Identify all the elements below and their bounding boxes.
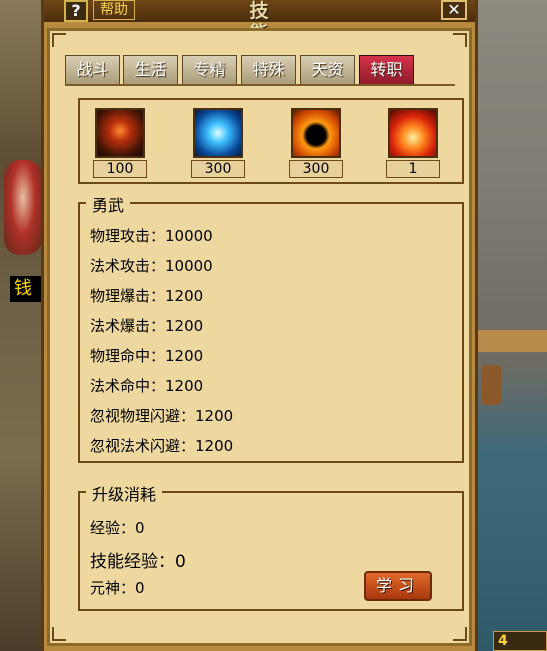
dark-heart-icon[interactable] — [291, 108, 341, 158]
skill-slot[interactable]: 300 — [289, 108, 343, 182]
stats-section-title: 勇武 — [86, 192, 131, 216]
close-button[interactable]: ✕ — [441, 0, 467, 20]
scene-right — [476, 0, 547, 651]
tab-life[interactable]: 生活 — [123, 55, 178, 85]
skill-level: 300 — [191, 160, 245, 178]
tab-bar: 战斗 生活 专精 特殊 天资 转职 — [65, 55, 465, 85]
stat-ignore-physical-dodge: 忽视物理闪避：1200 — [90, 407, 234, 425]
scene-character — [4, 160, 42, 255]
upgrade-cost-title: 升级消耗 — [86, 481, 163, 505]
tab-class-change[interactable]: 转职 — [359, 55, 414, 85]
scene-left — [0, 0, 46, 651]
skill-icon-row: 100 300 300 1 — [78, 98, 464, 184]
tab-battle[interactable]: 战斗 — [65, 55, 120, 85]
cost-skill-exp: 技能经验：0 — [90, 552, 186, 572]
content-panel: 战斗 生活 专精 特殊 天资 转职 100 300 300 1 勇武 物理攻击：… — [47, 28, 472, 646]
stat-magic-attack: 法术攻击：10000 — [90, 257, 213, 275]
tab-divider — [65, 84, 455, 86]
tab-talent[interactable]: 天资 — [300, 55, 355, 85]
help-button[interactable]: 帮助 — [93, 0, 135, 20]
learn-button[interactable]: 学习 — [364, 571, 432, 601]
tab-specialty[interactable]: 专精 — [182, 55, 237, 85]
help-icon[interactable]: ? — [64, 0, 88, 22]
corner-ornament — [52, 627, 66, 641]
scene-counter: 4 — [493, 631, 547, 651]
stat-physical-attack: 物理攻击：10000 — [90, 227, 213, 245]
skills-window: ? 帮助 技 能 ✕ 战斗 生活 专精 特殊 天资 转职 100 300 — [41, 0, 478, 651]
tab-special[interactable]: 特殊 — [241, 55, 296, 85]
stat-ignore-magic-dodge: 忽视法术闪避：1200 — [90, 437, 234, 455]
fire-warrior-icon[interactable] — [95, 108, 145, 158]
skill-level: 100 — [93, 160, 147, 178]
stat-magic-hit: 法术命中：1200 — [90, 377, 204, 395]
upgrade-cost-section: 升级消耗 经验：0 技能经验：0 元神：0 学习 — [78, 481, 464, 611]
title-bar: ? 帮助 技 能 ✕ — [44, 0, 475, 44]
scene-counter-value: 4 — [498, 633, 508, 649]
flame-demon-icon[interactable] — [388, 108, 438, 158]
skill-slot[interactable]: 300 — [191, 108, 245, 182]
cost-exp: 经验：0 — [90, 519, 145, 537]
stat-magic-crit: 法术爆击：1200 — [90, 317, 204, 335]
stat-physical-hit: 物理命中：1200 — [90, 347, 204, 365]
skill-slot[interactable]: 100 — [93, 108, 147, 182]
stat-physical-crit: 物理爆击：1200 — [90, 287, 204, 305]
cost-spirit: 元神：0 — [90, 579, 145, 597]
corner-ornament — [453, 627, 467, 641]
ice-skull-icon[interactable] — [193, 108, 243, 158]
corner-ornament — [453, 33, 467, 47]
corner-ornament — [52, 33, 66, 47]
skill-level: 300 — [289, 160, 343, 178]
skill-slot[interactable]: 1 — [386, 108, 440, 182]
stats-section: 勇武 物理攻击：10000 法术攻击：10000 物理爆击：1200 法术爆击：… — [78, 192, 464, 463]
skill-level: 1 — [386, 160, 440, 178]
window-title: 技 能 — [249, 0, 289, 44]
